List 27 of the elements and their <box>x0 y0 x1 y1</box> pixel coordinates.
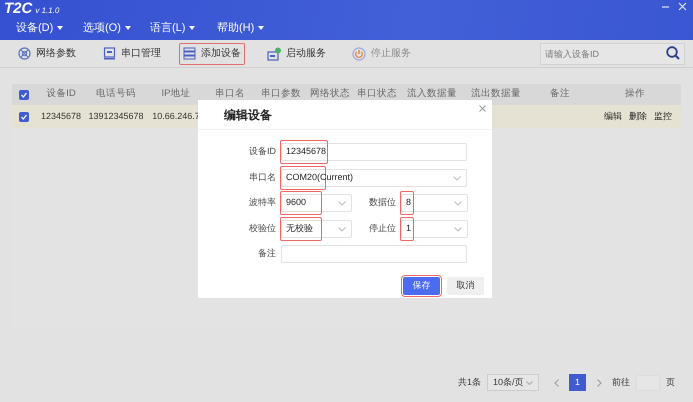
table-cell-text: 10.66.246.7 <box>152 110 200 123</box>
column-header: 备注 <box>550 87 570 102</box>
field-label: 备注 <box>257 247 277 260</box>
column-header: 串口状态 <box>357 87 397 102</box>
app-title: T2C <box>4 0 32 18</box>
table-cell-text: 12345678 <box>40 110 82 123</box>
field-label: 数据位 <box>368 196 397 210</box>
field-label: 停止位 <box>368 222 397 235</box>
column-header: 电话号码 <box>96 87 136 102</box>
page-suffix: 页 <box>666 376 675 389</box>
goto-label: 前往 <box>612 376 630 389</box>
version-label: v 1.1.0 <box>35 5 60 17</box>
column-header: 操作 <box>625 87 645 102</box>
field-label: 校验位 <box>248 222 277 235</box>
column-header: 流入数据量 <box>407 87 457 102</box>
total-count: 共1条 <box>458 376 481 389</box>
column-header: 设备ID <box>46 87 76 102</box>
column-header: 流出数据量 <box>471 87 521 102</box>
field-label: 波特率 <box>248 196 277 210</box>
field-label: 设备ID <box>248 145 277 158</box>
table-cell-text: 13912345678 <box>88 110 144 123</box>
column-header: IP地址 <box>162 87 190 102</box>
dialog-title: 编辑设备 <box>224 106 272 124</box>
column-header: 网络状态 <box>310 87 350 102</box>
column-header: 串口参数 <box>261 87 301 102</box>
field-label: 串口名 <box>248 170 277 184</box>
column-header: 串口名 <box>215 87 245 102</box>
